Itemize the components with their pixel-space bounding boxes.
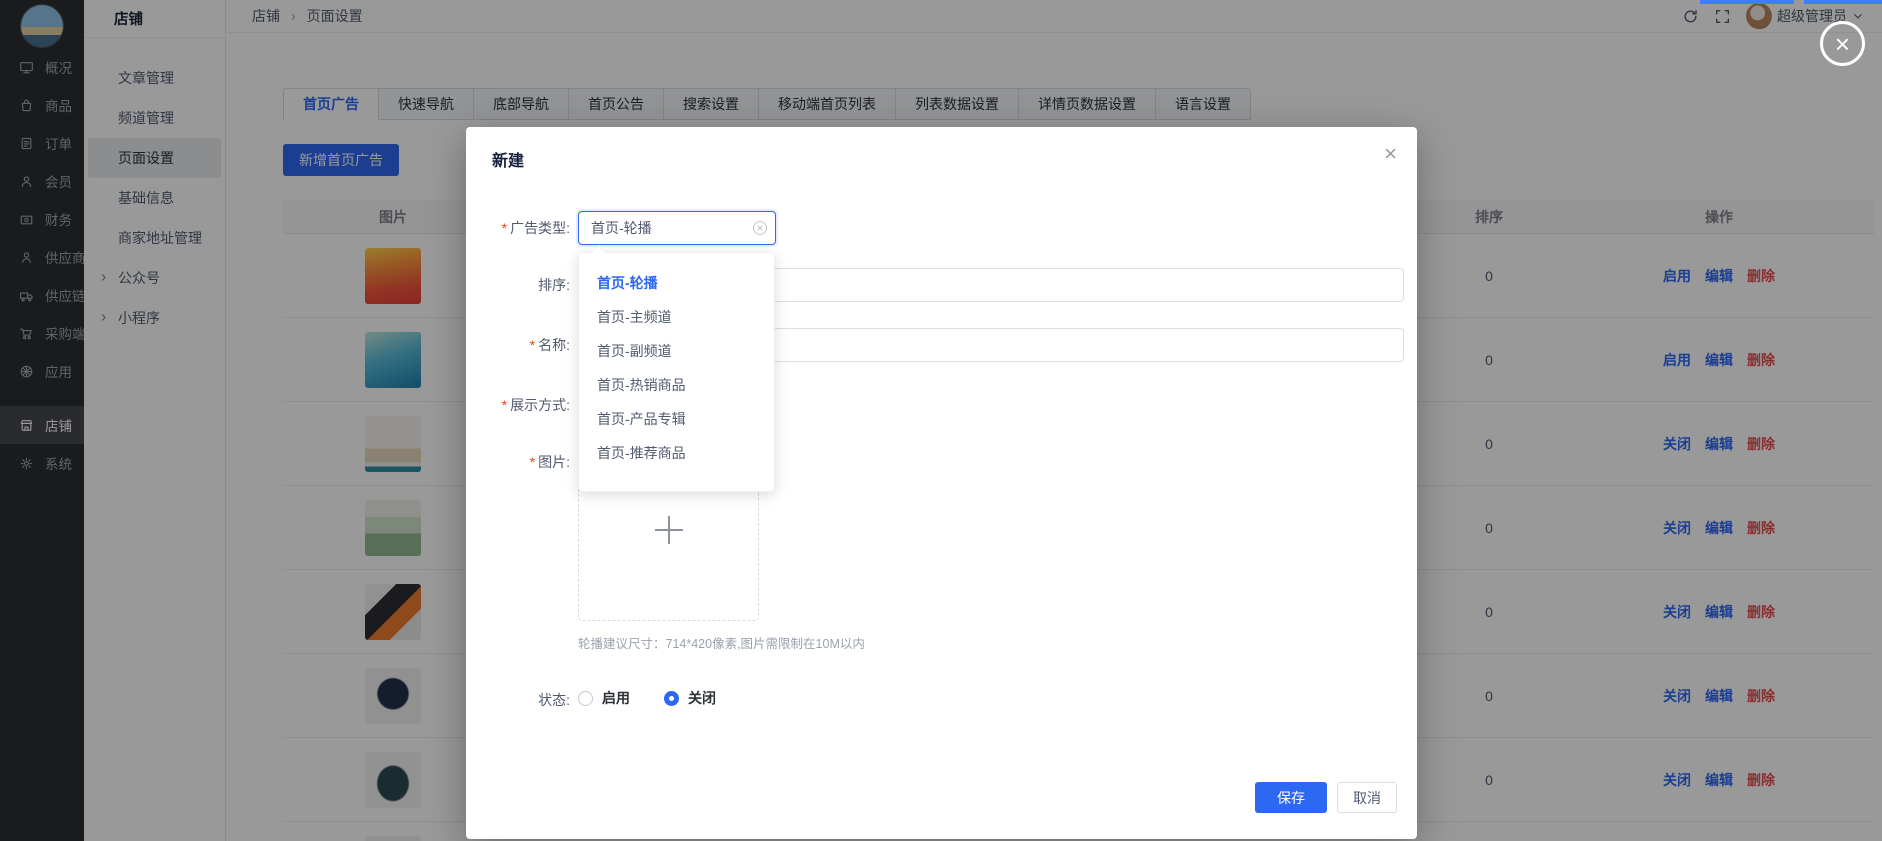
overlay-close-button[interactable]: × <box>1820 21 1865 66</box>
dropdown-option-0[interactable]: 首页-轮播 <box>579 266 774 300</box>
ad-type-dropdown: 首页-轮播首页-主频道首页-副频道首页-热销商品首页-产品专辑首页-推荐商品 <box>578 252 775 492</box>
plus-icon <box>655 516 683 544</box>
radio-label: 关闭 <box>688 688 716 708</box>
display-method-label: *展示方式: <box>466 395 570 415</box>
image-label: *图片: <box>466 452 570 472</box>
dropdown-options: 首页-轮播首页-主频道首页-副频道首页-热销商品首页-产品专辑首页-推荐商品 <box>579 266 774 470</box>
dropdown-option-1[interactable]: 首页-主频道 <box>579 300 774 334</box>
status-radio-group: 启用 关闭 <box>578 688 716 708</box>
top-edge-fragment <box>1804 0 1882 4</box>
status-radio-1[interactable]: 关闭 <box>664 688 716 708</box>
ad-type-label: *广告类型: <box>466 218 570 238</box>
image-size-hint: 轮播建议尺寸：714*420像素,图片需限制在10M以内 <box>578 633 865 652</box>
dropdown-option-5[interactable]: 首页-推荐商品 <box>579 436 774 470</box>
modal-close-icon[interactable]: × <box>1384 141 1397 167</box>
required-asterisk: * <box>502 397 507 413</box>
required-asterisk: * <box>530 454 535 470</box>
radio-unselected-icon <box>578 691 593 706</box>
sort-label: 排序: <box>466 275 570 295</box>
page-root: 概况商品订单会员财务供应商供应链采购端应用店铺系统 店铺 文章管理频道管理页面设… <box>0 0 1882 841</box>
ad-type-select[interactable]: 首页-轮播 <box>578 211 776 245</box>
status-label: 状态: <box>466 690 570 710</box>
required-asterisk: * <box>502 220 507 236</box>
required-asterisk: * <box>530 337 535 353</box>
top-edge-fragment <box>1700 0 1794 4</box>
dropdown-option-4[interactable]: 首页-产品专辑 <box>579 402 774 436</box>
clear-icon[interactable] <box>752 220 768 236</box>
save-button[interactable]: 保存 <box>1255 782 1327 813</box>
dropdown-option-2[interactable]: 首页-副频道 <box>579 334 774 368</box>
new-ad-modal: 新建 × *广告类型: 首页-轮播 排序: *名称: *展示方式: *图片: 轮… <box>466 127 1417 839</box>
ad-type-value: 首页-轮播 <box>591 218 652 238</box>
radio-label: 启用 <box>602 688 630 708</box>
dropdown-arrow <box>591 245 607 261</box>
name-label: *名称: <box>466 335 570 355</box>
radio-selected-icon <box>664 691 679 706</box>
cancel-button[interactable]: 取消 <box>1337 782 1397 813</box>
status-radio-0[interactable]: 启用 <box>578 688 630 708</box>
modal-title: 新建 <box>492 147 524 171</box>
dropdown-option-3[interactable]: 首页-热销商品 <box>579 368 774 402</box>
